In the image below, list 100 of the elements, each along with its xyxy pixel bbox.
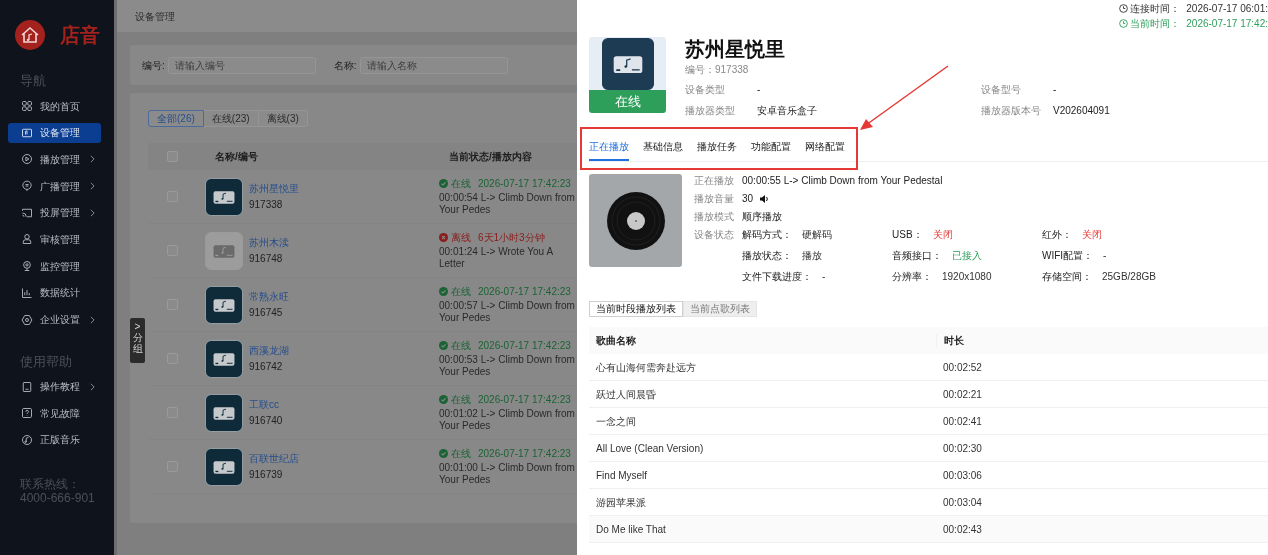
field-value: 00:00:55 L-> Climb Down from Your Pedestal (742, 174, 943, 187)
broadcast-icon (21, 180, 33, 193)
device-code: 916742 (249, 360, 284, 373)
tab[interactable]: 网络配置 (805, 140, 845, 161)
status-time: 2026-07-17 17:42:23 (478, 339, 571, 352)
nav-item[interactable]: 数据统计 (8, 282, 101, 303)
brand-name: 店音 (60, 23, 100, 47)
field-label: 名称: (333, 58, 357, 72)
status-time: 2026-07-17 17:42:23 (478, 285, 571, 298)
status-badge: 在线 (589, 90, 666, 113)
field-label: 编号: (142, 58, 165, 72)
webcam-icon (21, 260, 33, 273)
device-code: 916748 (249, 252, 284, 265)
status-time: 6天1小时3分钟 (478, 231, 545, 244)
breadcrumb: 设备管理 (135, 9, 175, 23)
input-field[interactable]: 请输入名称 (359, 56, 508, 74)
hexagon-icon (21, 313, 33, 326)
section-title: 导航 (19, 73, 47, 89)
status-value: - (822, 271, 826, 282)
song-title: All Love (Clean Version) (595, 441, 705, 455)
song-duration: 00:03:06 (942, 468, 982, 482)
status-label: 在线 (451, 447, 471, 460)
list-tab[interactable]: 当前时段播放列表 (589, 301, 683, 317)
info-value: V202604091 (1053, 104, 1110, 117)
song-duration: 00:03:04 (942, 495, 982, 509)
nav-item[interactable]: 播放管理 (8, 149, 101, 170)
nav-item[interactable]: 正版音乐 (8, 429, 101, 450)
song-title: 一念之间 (595, 414, 637, 428)
nav-item[interactable]: 常见故障 (8, 403, 101, 424)
nav-item[interactable]: 设备管理 (8, 122, 101, 143)
nav-item[interactable]: 企业设置 (8, 309, 101, 330)
device-code: 编号：917338 (685, 63, 750, 76)
song-title: 游园苹果派 (595, 495, 647, 509)
status-label: WIFI配置： (1042, 250, 1094, 261)
device-icon (21, 126, 33, 139)
column-header: 歌曲名称 (589, 334, 937, 347)
info-value: - (757, 83, 761, 96)
tab[interactable]: 功能配置 (751, 140, 791, 161)
device-title: 苏州星悦里 (685, 37, 786, 61)
device-code: 916740 (249, 414, 284, 427)
song-title: Do Me like That (595, 522, 667, 536)
nav-item[interactable]: 我的首页 (8, 96, 101, 116)
column-header: 当前状态/播放内容 (449, 150, 532, 163)
status-label: 红外： (1042, 229, 1072, 240)
tab[interactable]: 基础信息 (643, 140, 683, 161)
status-value: 关闭 (932, 229, 953, 240)
play-circle-icon (21, 153, 33, 166)
nav-item[interactable]: 广播管理 (8, 176, 101, 197)
tab[interactable]: 播放任务 (697, 140, 737, 161)
field-label: 播放模式 (694, 210, 735, 223)
playing-track: 00:00:54 L-> Climb Down from Your Pedes (439, 192, 576, 216)
field-value: 30 (742, 192, 754, 205)
question-icon (21, 407, 33, 420)
status-label: USB： (892, 229, 923, 240)
filter-tab[interactable]: 在线(23) (202, 110, 259, 127)
device-code: 916745 (249, 306, 284, 319)
nav-item[interactable]: 操作教程 (8, 376, 101, 397)
song-title: Find Myself (595, 468, 649, 482)
status-value: 关闭 (1082, 229, 1102, 240)
chevron-right-icon (90, 208, 95, 217)
chevron-right-icon (90, 382, 95, 391)
group-toggle[interactable]: > 分组 (130, 318, 145, 363)
nav-item[interactable]: 投屏管理 (8, 202, 101, 223)
column-header: 时长 (943, 334, 964, 347)
filter-tab[interactable]: 离线(3) (257, 110, 308, 127)
status-label: 音频接口： (892, 250, 942, 261)
time-label: 当前时间： (1130, 17, 1181, 30)
device-code: 916739 (249, 468, 284, 481)
song-duration: 00:02:43 (942, 522, 982, 536)
list-tab[interactable]: 当前点歌列表 (683, 301, 757, 317)
status-time: 2026-07-17 17:42:23 (478, 177, 571, 190)
playing-track: 00:01:02 L-> Climb Down from Your Pedes (439, 408, 576, 432)
song-duration: 00:02:30 (942, 441, 982, 455)
status-label: 解码方式： (742, 229, 792, 240)
nav-item[interactable]: 审核管理 (8, 229, 101, 250)
house-logo-icon (15, 20, 45, 50)
field-value: 顺序播放 (742, 210, 782, 223)
status-label: 在线 (451, 393, 471, 406)
input-field[interactable]: 请输入编号 (167, 56, 316, 74)
clock-icon (1119, 19, 1129, 28)
info-label: 播放器类型 (685, 104, 736, 117)
status-label: 文件下载进度： (742, 271, 812, 282)
status-value: 已接入 (952, 250, 982, 261)
nav-item[interactable]: 监控管理 (8, 256, 101, 277)
time-value: 2026-07-17 06:01: (1186, 2, 1268, 15)
status-label: 分辨率： (892, 271, 932, 282)
status-value: 硬解码 (802, 229, 832, 240)
tab[interactable]: 正在播放 (589, 140, 629, 161)
hotline-text: 联系热线：4000-666-901 (19, 475, 96, 505)
song-duration: 00:02:41 (942, 414, 982, 428)
playing-track: 00:01:00 L-> Climb Down from Your Pedes (439, 462, 576, 486)
chevron-right-icon (90, 315, 95, 324)
chevron-right-icon (90, 155, 95, 164)
person-icon (21, 233, 33, 246)
status-label: 离线 (451, 231, 471, 244)
song-title: 心有山海何需奔赴远方 (595, 360, 697, 374)
song-duration: 00:02:52 (942, 360, 982, 374)
info-label: 设备类型 (685, 83, 726, 96)
playing-track: 00:00:57 L-> Climb Down from Your Pedes (439, 300, 576, 324)
song-duration: 00:02:21 (942, 387, 982, 401)
